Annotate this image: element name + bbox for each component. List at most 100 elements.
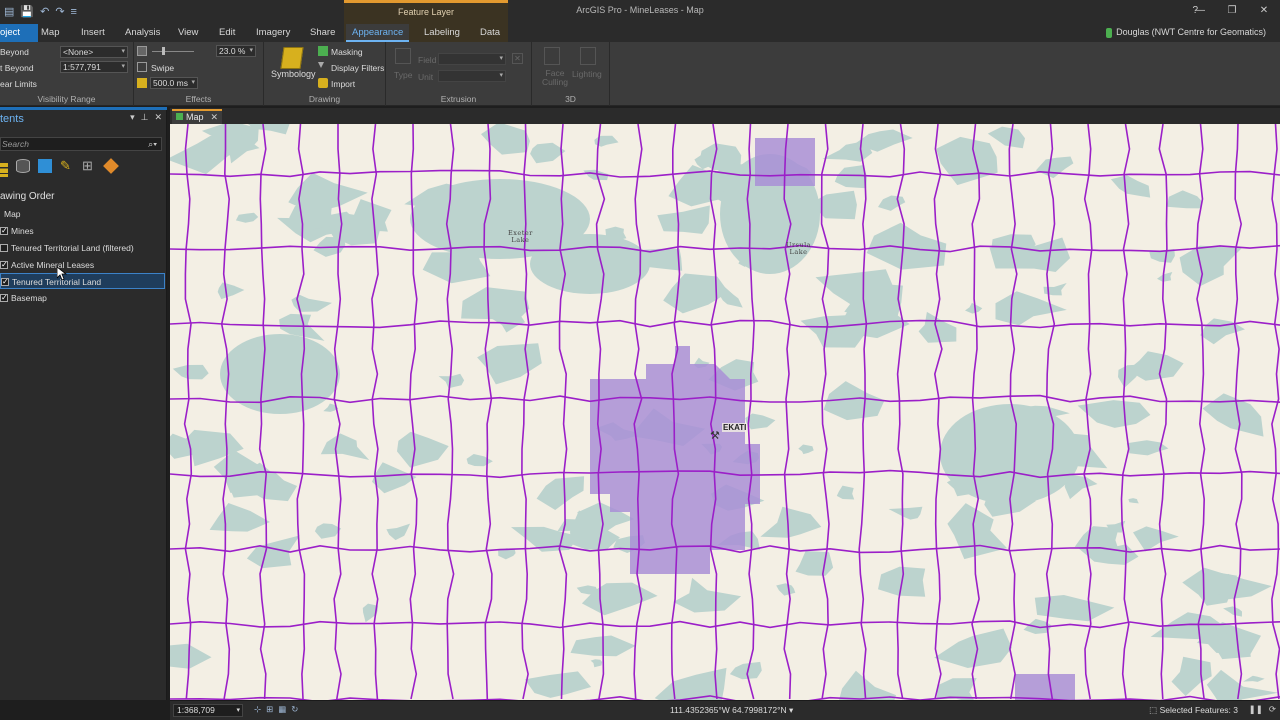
parcel-boundary-vertical — [183, 124, 193, 700]
extrusion-field-dropdown[interactable] — [438, 53, 506, 65]
layer-tenured-filtered[interactable]: Tenured Territorial Land (filtered) — [0, 240, 165, 256]
search-icon[interactable]: ⌕▾ — [148, 138, 157, 150]
layer-checkbox[interactable] — [0, 257, 8, 273]
mineral-lease-polygon — [1015, 674, 1075, 700]
user-status-icon — [1106, 27, 1113, 38]
transparency-slider[interactable] — [152, 51, 194, 52]
in-beyond-dropdown[interactable]: 1:577,791 — [60, 61, 128, 73]
list-by-drawing-order-icon[interactable] — [0, 163, 8, 177]
user-account[interactable]: Douglas (NWT Centre for Geomatics) — [1106, 27, 1266, 38]
grid-icon[interactable]: ⊞ — [266, 704, 273, 715]
refresh-icon[interactable]: ↻ — [291, 704, 298, 715]
lake-shape — [987, 126, 1025, 149]
lake-shape — [798, 444, 814, 455]
parcel-boundary-vertical — [1158, 124, 1168, 700]
list-by-labeling-icon[interactable] — [103, 158, 119, 174]
lake-shape — [995, 291, 1067, 326]
lake-shape — [1206, 669, 1279, 700]
customize-toolbar-icon[interactable]: ≡ — [71, 4, 77, 20]
refresh-map-icon[interactable]: ⟳ — [1269, 704, 1276, 715]
masking-button[interactable]: Masking — [331, 47, 363, 57]
extrusion-type-button[interactable]: Type — [394, 70, 412, 80]
layer-checkbox[interactable] — [0, 290, 8, 306]
lake-shape — [397, 431, 449, 468]
close-window-button[interactable]: ✕ — [1248, 0, 1280, 22]
maximize-button[interactable]: ❐ — [1216, 0, 1248, 22]
list-by-snapping-icon[interactable]: ⊞ — [82, 159, 96, 173]
tab-view[interactable]: View — [172, 24, 204, 42]
scale-dropdown[interactable]: 1:368,709 — [173, 704, 243, 717]
tab-data[interactable]: Data — [474, 24, 506, 42]
face-culling-button[interactable]: Face Culling — [542, 69, 568, 87]
lake-shape — [524, 671, 592, 698]
symbology-button[interactable]: Symbology — [271, 69, 316, 79]
close-pane-icon[interactable]: ✕ — [154, 112, 162, 123]
table-icon[interactable]: ▦ — [278, 704, 286, 715]
out-beyond-dropdown[interactable]: <None> — [60, 46, 128, 58]
redo-icon[interactable]: ↷ — [55, 4, 64, 20]
undo-icon[interactable]: ↶ — [40, 4, 49, 20]
tab-insert[interactable]: Insert — [75, 24, 111, 42]
flicker-input[interactable]: 500.0 ms — [150, 77, 198, 89]
lighting-button[interactable]: Lighting — [572, 69, 602, 79]
status-controls: ❚❚ ⟳ — [1249, 704, 1276, 715]
pause-drawing-icon[interactable]: ❚❚ — [1249, 704, 1263, 715]
close-map-tab-icon[interactable]: ✕ — [210, 111, 218, 123]
tab-appearance[interactable]: Appearance — [346, 24, 410, 42]
clear-limits-button[interactable]: ear Limits — [0, 79, 37, 89]
list-by-data-source-icon[interactable] — [16, 159, 30, 173]
layer-tenured-territorial-land[interactable]: Tenured Territorial Land — [0, 273, 165, 290]
layer-checkbox[interactable] — [0, 244, 8, 252]
new-project-icon[interactable]: ▤ — [4, 4, 14, 20]
tab-labeling[interactable]: Labeling — [418, 24, 466, 42]
map-tab-label: Map — [186, 112, 204, 122]
layer-mines[interactable]: Mines — [0, 223, 165, 239]
selected-features[interactable]: ⬚ Selected Features: 3 — [1149, 705, 1238, 716]
contents-search-input[interactable]: Search ⌕▾ — [0, 137, 162, 151]
tab-share[interactable]: Share — [304, 24, 341, 42]
tab-map[interactable]: Map — [35, 24, 65, 42]
transparency-input[interactable]: 23.0 % — [216, 45, 256, 57]
list-by-editing-icon[interactable]: ✎ — [60, 159, 74, 173]
transparency-slider-thumb[interactable] — [162, 47, 165, 55]
tab-map-view[interactable]: Map ✕ — [172, 109, 222, 124]
tab-edit[interactable]: Edit — [213, 24, 241, 42]
selection-icon: ⬚ — [1149, 705, 1158, 715]
lake-shape — [673, 577, 742, 613]
lake-shape — [1110, 175, 1151, 198]
extrusion-expression-icon[interactable]: ✕ — [512, 53, 523, 64]
masking-icon — [318, 46, 328, 56]
map-canvas[interactable]: Exeter Lake Ursula Lake ⚒ EKATI — [170, 124, 1280, 700]
minimize-button[interactable]: — — [1184, 0, 1216, 22]
extrusion-unit-dropdown[interactable] — [438, 70, 506, 82]
mine-symbol-icon[interactable]: ⚒ — [710, 429, 720, 442]
lake-shape — [217, 282, 245, 300]
symbology-icon[interactable] — [280, 47, 304, 69]
save-icon[interactable]: 💾 — [20, 4, 34, 20]
lake-shape — [1179, 245, 1242, 286]
lake-shape — [760, 506, 822, 538]
lake-shape — [940, 404, 1080, 504]
tab-project[interactable]: oject — [0, 24, 38, 42]
pane-options-icon[interactable]: ▾ — [130, 112, 135, 123]
import-button[interactable]: Import — [331, 79, 355, 89]
layer-basemap[interactable]: Basemap — [0, 290, 165, 306]
navigate-icon[interactable]: ⊹ — [254, 704, 261, 715]
pin-icon[interactable]: ⊥ — [141, 112, 149, 123]
lake-shape — [1035, 156, 1074, 179]
layer-active-mineral-leases[interactable]: Active Mineral Leases — [0, 257, 165, 273]
mouse-cursor-icon — [57, 267, 67, 281]
lake-shape — [720, 286, 743, 308]
tab-imagery[interactable]: Imagery — [250, 24, 296, 42]
tab-analysis[interactable]: Analysis — [119, 24, 166, 42]
coordinate-readout[interactable]: 111.4352365°W 64.7998172°N ▾ — [670, 705, 793, 716]
swipe-button[interactable]: Swipe — [151, 63, 174, 73]
lake-shape — [172, 364, 209, 380]
lake-shape — [965, 302, 983, 314]
layer-checkbox[interactable] — [1, 274, 9, 290]
list-by-selection-icon[interactable] — [38, 159, 52, 173]
layer-label: Mines — [11, 226, 34, 236]
map-node[interactable]: Map — [4, 206, 169, 222]
display-filters-button[interactable]: Display Filters — [331, 63, 384, 73]
layer-checkbox[interactable] — [0, 223, 8, 239]
